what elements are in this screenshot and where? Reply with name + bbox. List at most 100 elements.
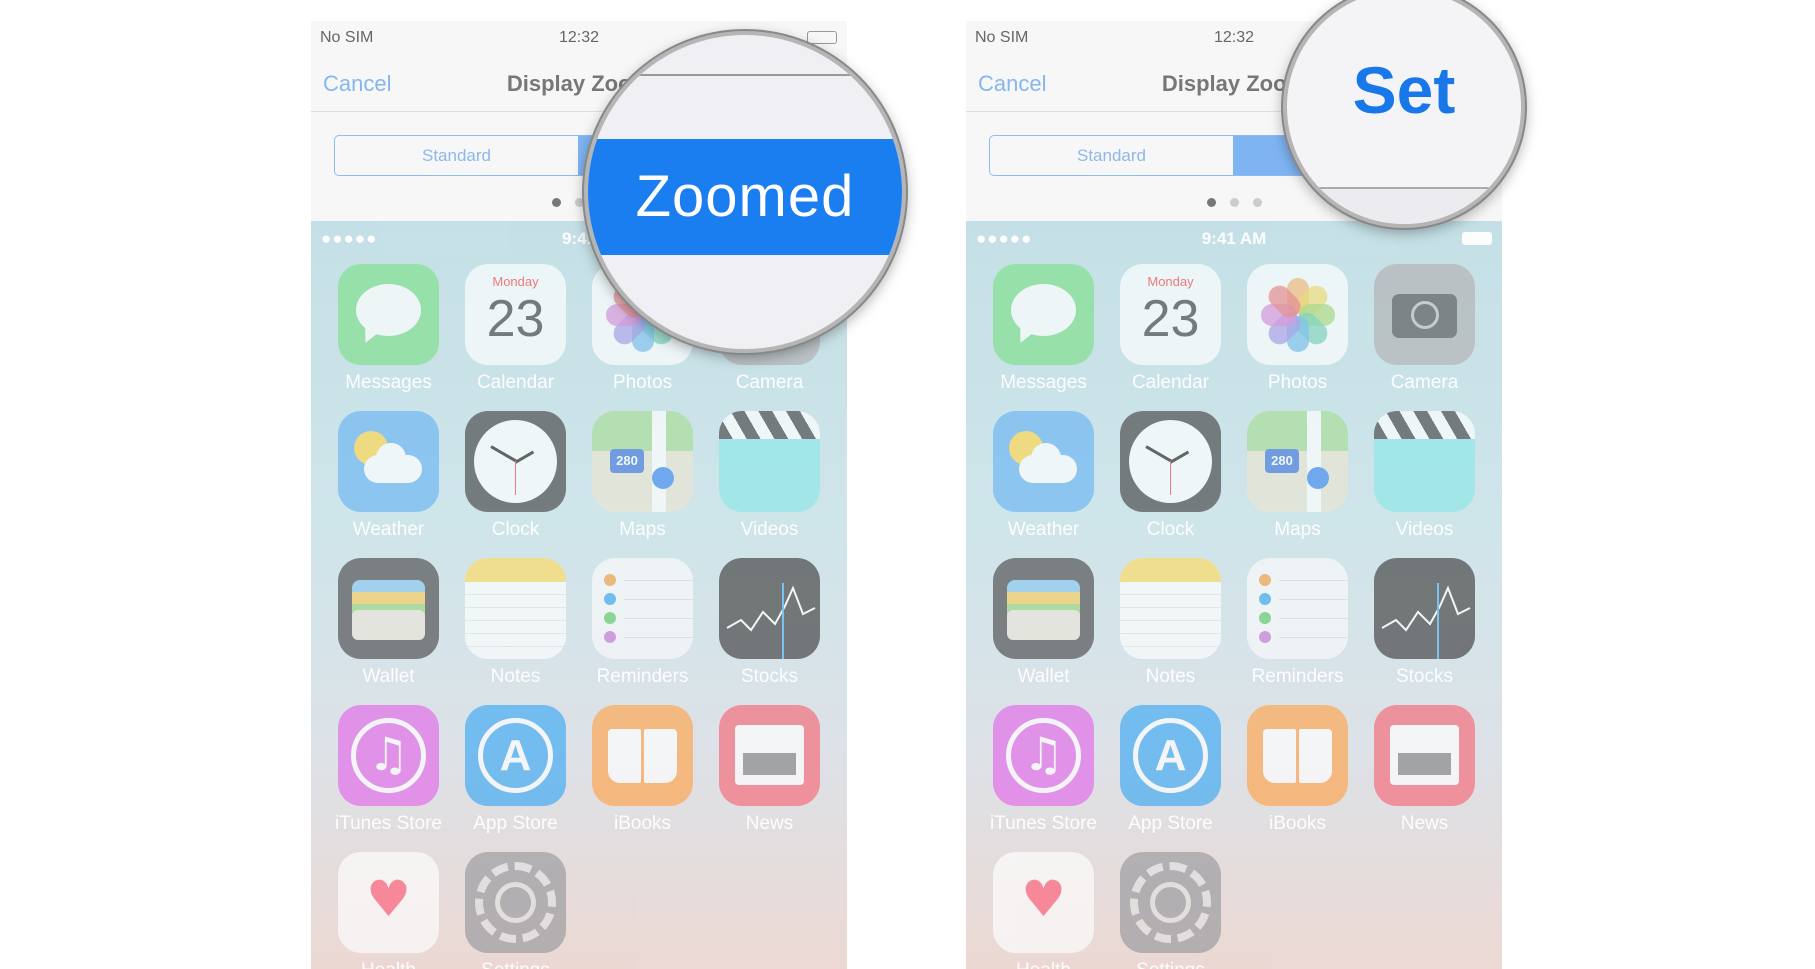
app-notes[interactable]: Notes [1120, 558, 1221, 688]
app-ibooks[interactable]: iBooks [1247, 705, 1348, 835]
app-videos[interactable]: Videos [719, 411, 820, 541]
app-stocks[interactable]: Stocks [1374, 558, 1475, 688]
app-news[interactable]: News [719, 705, 820, 835]
zoomed-segment-magnified[interactable]: Zoomed [588, 139, 902, 255]
segment-standard[interactable]: Standard [990, 136, 1233, 175]
ibooks-icon [592, 705, 693, 806]
page-dot[interactable] [1206, 198, 1216, 207]
app-label: Weather [1007, 519, 1080, 540]
health-icon: ♥ [993, 852, 1094, 953]
app-itunes-store[interactable]: ♫ iTunes Store [990, 705, 1097, 835]
divider [628, 74, 862, 76]
maps-icon: 280 [1247, 411, 1348, 512]
app-weather[interactable]: Weather [993, 411, 1094, 541]
app-label: Reminders [1251, 666, 1344, 687]
app-calendar[interactable]: Monday 23 Calendar [465, 264, 566, 394]
calendar-icon: Monday 23 [1120, 264, 1221, 365]
calendar-date: 23 [486, 290, 545, 348]
segment-area [1287, 189, 1521, 224]
weather-icon [993, 411, 1094, 512]
settings-icon [465, 852, 566, 953]
app-notes[interactable]: Notes [465, 558, 566, 688]
calendar-day: Monday [1147, 274, 1194, 289]
app-label: Notes [1145, 666, 1196, 687]
app-label: iBooks [1268, 813, 1327, 834]
app-calendar[interactable]: Monday 23 Calendar [1120, 264, 1221, 394]
app-weather[interactable]: Weather [338, 411, 439, 541]
app-label: News [1400, 813, 1449, 834]
page-dot[interactable] [574, 198, 584, 207]
battery-icon [1462, 232, 1492, 245]
app-reminders[interactable]: Reminders [1247, 558, 1348, 688]
app-videos[interactable]: Videos [1374, 411, 1475, 541]
app-itunes-store[interactable]: ♫ iTunes Store [335, 705, 442, 835]
app-label: Camera [735, 372, 804, 393]
app-label: App Store [1128, 813, 1213, 834]
reminders-icon [592, 558, 693, 659]
news-icon [719, 705, 820, 806]
calendar-date: 23 [1141, 290, 1200, 348]
app-clock[interactable]: Clock [1120, 411, 1221, 541]
clock-icon [465, 411, 566, 512]
itunes-store-icon: ♫ [993, 705, 1094, 806]
wallet-icon [993, 558, 1094, 659]
app-label: Photos [1267, 372, 1328, 393]
app-app-store[interactable]: A App Store [1120, 705, 1221, 835]
messages-icon [338, 264, 439, 365]
app-photos[interactable]: Photos [1247, 264, 1348, 394]
battery-icon [807, 31, 837, 44]
app-wallet[interactable]: Wallet [338, 558, 439, 688]
notes-icon [1120, 558, 1221, 659]
app-wallet[interactable]: Wallet [993, 558, 1094, 688]
app-maps[interactable]: 280 Maps [592, 411, 693, 541]
page-dot[interactable] [551, 198, 561, 207]
app-label: iBooks [613, 813, 672, 834]
app-label: Weather [352, 519, 425, 540]
camera-icon [1374, 264, 1475, 365]
notes-icon [465, 558, 566, 659]
app-news[interactable]: News [1374, 705, 1475, 835]
app-stocks[interactable]: Stocks [719, 558, 820, 688]
segment-standard[interactable]: Standard [335, 136, 578, 175]
app-label: Videos [1395, 519, 1454, 540]
magnifier-zoomed: Zoomed [584, 31, 906, 353]
app-settings[interactable]: Settings [465, 852, 566, 969]
stocks-icon [719, 558, 820, 659]
app-label: Messages [345, 372, 432, 393]
app-label: Camera [1390, 372, 1459, 393]
videos-icon [719, 411, 820, 512]
preview-time: 9:41 AM [1201, 229, 1267, 248]
app-label: News [745, 813, 794, 834]
news-icon [1374, 705, 1475, 806]
app-reminders[interactable]: Reminders [592, 558, 693, 688]
app-settings[interactable]: Settings [1120, 852, 1221, 969]
app-label: iTunes Store [989, 813, 1097, 834]
app-clock[interactable]: Clock [465, 411, 566, 541]
app-camera[interactable]: Camera [1374, 264, 1475, 394]
page-dot[interactable] [1252, 198, 1262, 207]
app-label: Calendar [1131, 372, 1210, 393]
app-label: Settings [445, 960, 586, 969]
settings-icon [1120, 852, 1221, 953]
weather-icon [338, 411, 439, 512]
app-label: Photos [612, 372, 673, 393]
app-messages[interactable]: Messages [338, 264, 439, 394]
app-ibooks[interactable]: iBooks [592, 705, 693, 835]
app-health[interactable]: ♥Health [993, 852, 1094, 969]
app-app-store[interactable]: A App Store [465, 705, 566, 835]
itunes-store-icon: ♫ [338, 705, 439, 806]
app-label: Stocks [1395, 666, 1454, 687]
app-messages[interactable]: Messages [993, 264, 1094, 394]
set-button-magnified[interactable]: Set [1287, 52, 1521, 128]
health-icon: ♥ [338, 852, 439, 953]
page-dot[interactable] [1229, 198, 1239, 207]
app-label: Clock [1146, 519, 1195, 540]
app-maps[interactable]: 280 Maps [1247, 411, 1348, 541]
app-label: Notes [490, 666, 541, 687]
stocks-icon [1374, 558, 1475, 659]
home-screen-preview: ●●●●● 9:41 AM Messages Monday 23 Calendar Phot… [966, 221, 1502, 969]
app-label: Health [318, 960, 459, 969]
app-health[interactable]: ♥Health [338, 852, 439, 969]
app-label: Settings [1100, 960, 1241, 969]
reminders-icon [1247, 558, 1348, 659]
